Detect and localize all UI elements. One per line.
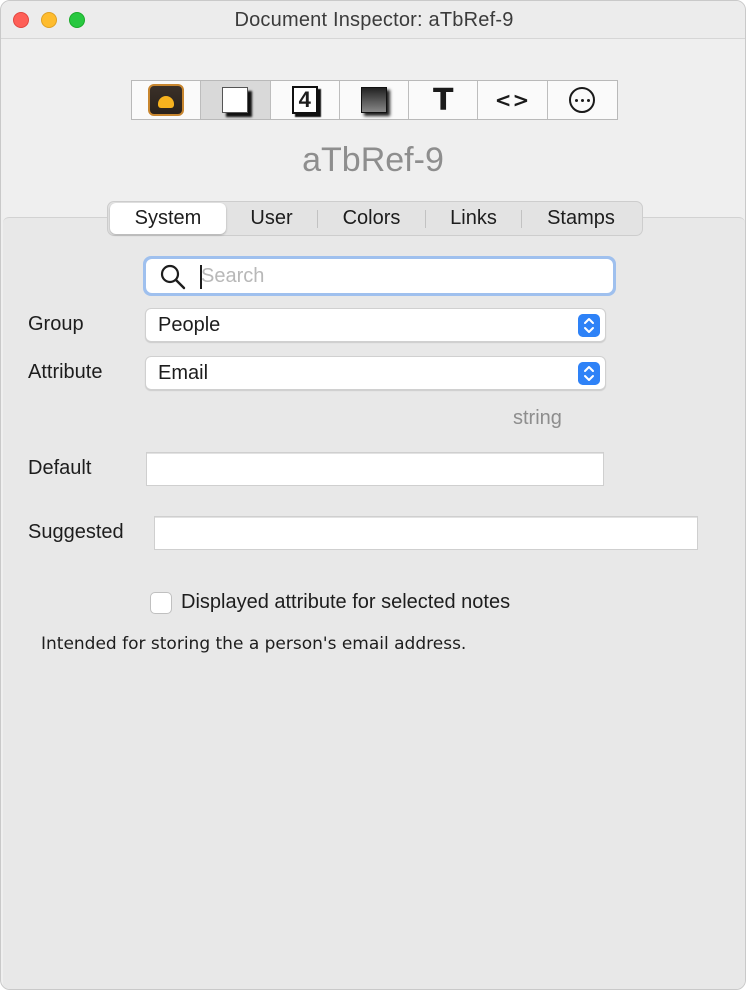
app-icon bbox=[148, 84, 185, 116]
document-inspector-window: Document Inspector: aTbRef-9 4 T <> aTbR… bbox=[0, 0, 746, 990]
suggested-field[interactable] bbox=[154, 516, 698, 550]
tab-system[interactable]: System bbox=[110, 203, 226, 234]
toolbar-more-button[interactable] bbox=[548, 81, 617, 119]
search-field[interactable] bbox=[146, 259, 613, 293]
title-bar: Document Inspector: aTbRef-9 bbox=[1, 1, 745, 39]
more-icon bbox=[569, 87, 596, 113]
attribute-popup[interactable]: Email bbox=[145, 356, 606, 390]
group-popup-value: People bbox=[158, 314, 221, 336]
suggested-label: Suggested bbox=[28, 521, 124, 543]
tab-user[interactable]: User bbox=[226, 203, 317, 234]
toolbar-number-button[interactable]: 4 bbox=[271, 81, 340, 119]
toolbar-shadow-button[interactable] bbox=[340, 81, 410, 119]
tab-links[interactable]: Links bbox=[426, 203, 521, 234]
tab-stamps[interactable]: Stamps bbox=[522, 203, 640, 234]
tab-colors[interactable]: Colors bbox=[318, 203, 425, 234]
attribute-description: Intended for storing the a person's emai… bbox=[41, 634, 467, 654]
shadow-box-icon bbox=[360, 87, 387, 113]
doc-white-icon bbox=[222, 87, 249, 113]
window-title: Document Inspector: aTbRef-9 bbox=[234, 9, 514, 31]
attribute-popup-value: Email bbox=[158, 362, 209, 384]
group-popup[interactable]: People bbox=[145, 308, 606, 342]
document-name: aTbRef-9 bbox=[302, 141, 444, 179]
toolbar-text-button[interactable]: T bbox=[409, 81, 479, 119]
search-input[interactable] bbox=[201, 263, 601, 289]
displayed-attribute-label[interactable]: Displayed attribute for selected notes bbox=[181, 591, 510, 614]
updown-chevron-icon bbox=[578, 362, 600, 385]
toolbar-note-button[interactable] bbox=[201, 81, 271, 119]
inspector-toolbar: 4 T <> bbox=[131, 80, 618, 120]
group-label: Group bbox=[28, 313, 84, 335]
attribute-label: Attribute bbox=[28, 361, 103, 383]
toolbar-document-button[interactable] bbox=[132, 81, 202, 119]
text-icon: T bbox=[433, 82, 454, 118]
default-field[interactable] bbox=[146, 452, 604, 486]
updown-chevron-icon bbox=[578, 314, 600, 337]
toolbar-code-button[interactable]: <> bbox=[478, 81, 548, 119]
code-icon: <> bbox=[494, 88, 531, 112]
default-label: Default bbox=[28, 457, 92, 479]
displayed-attribute-checkbox[interactable] bbox=[150, 592, 172, 614]
number-four-icon: 4 bbox=[291, 86, 318, 114]
attribute-type-hint: string bbox=[513, 407, 562, 429]
search-icon bbox=[160, 264, 186, 290]
search-focus-ring bbox=[143, 256, 616, 296]
inspector-tabs: System User Colors Links Stamps bbox=[107, 201, 643, 236]
